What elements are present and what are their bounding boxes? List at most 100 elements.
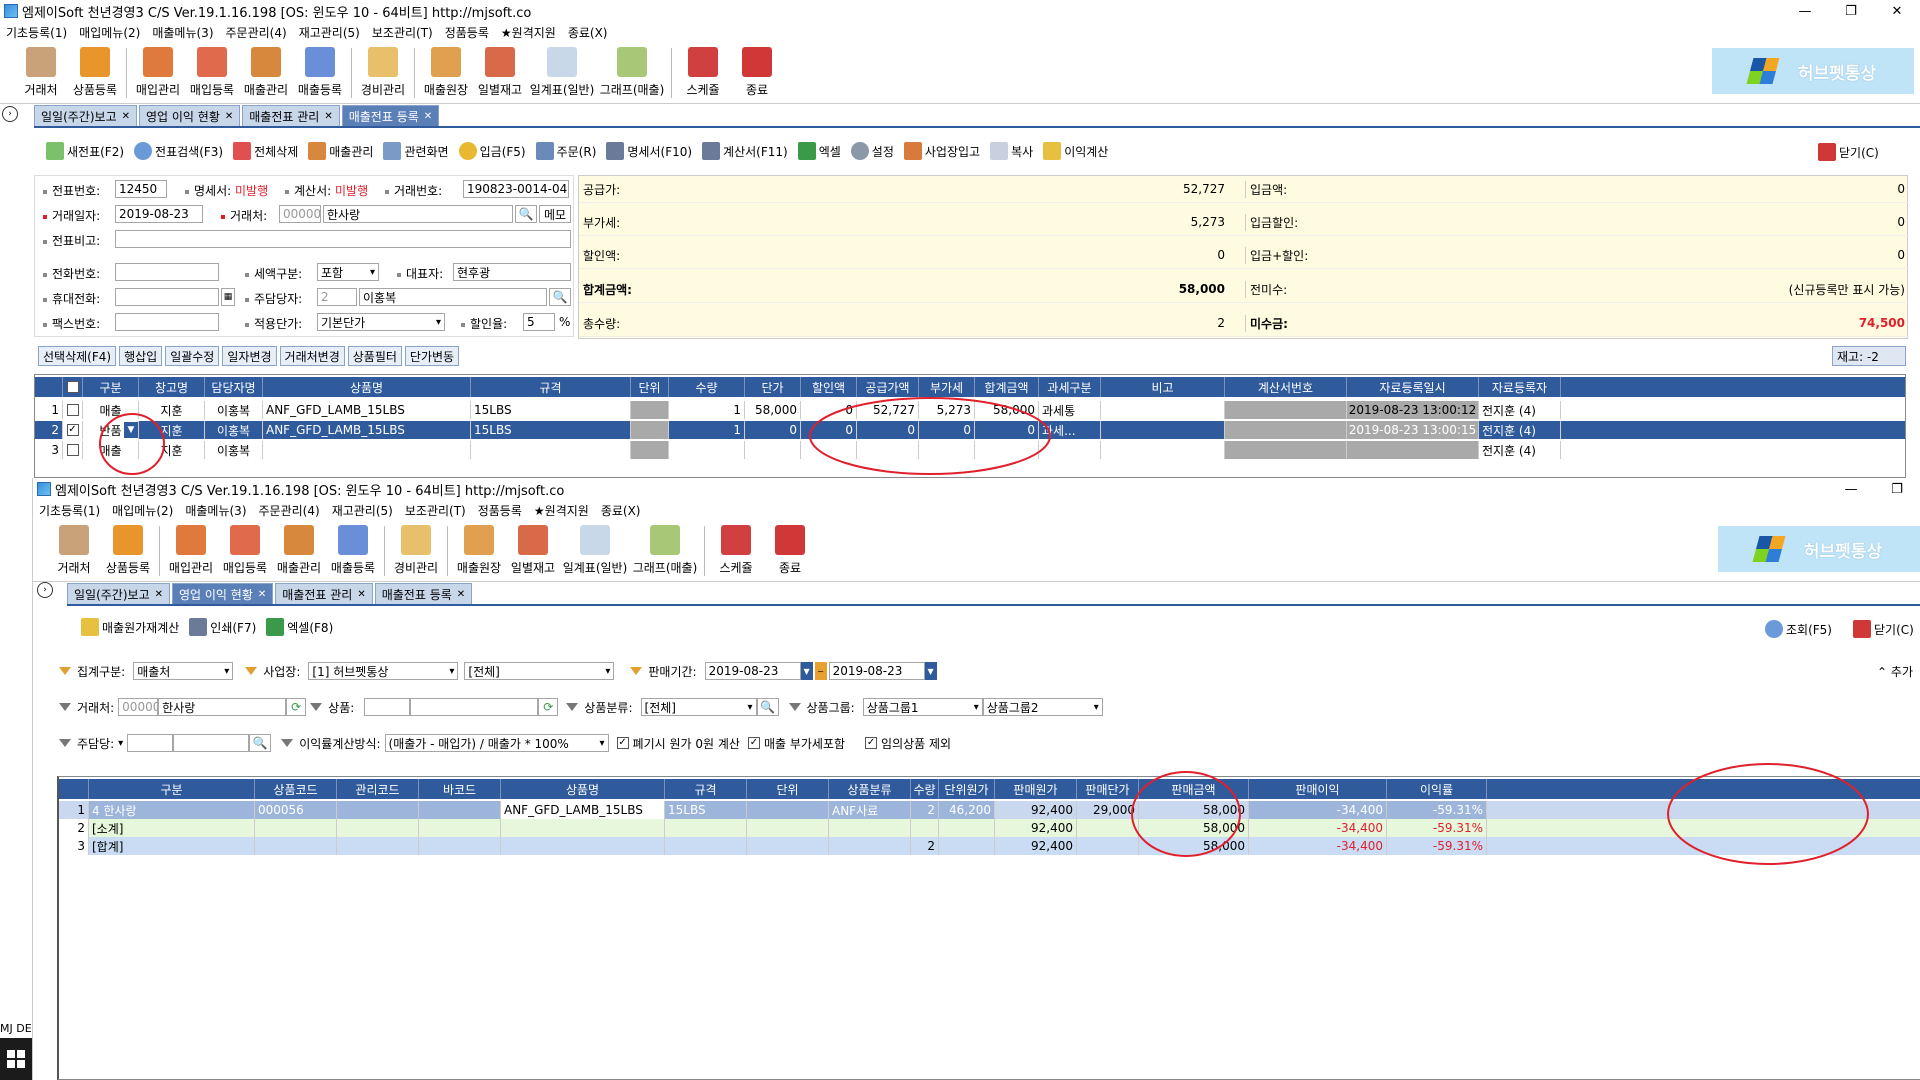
table-row[interactable]: 3 매출 지훈 이홍복 전지훈 (4) — [35, 441, 1905, 459]
menu-order[interactable]: 주문관리(4) — [253, 502, 326, 519]
row-checkbox[interactable] — [66, 444, 79, 456]
tb-sales-add[interactable]: 매출등록 — [326, 522, 380, 578]
tb-daily-report[interactable]: 일계표(일반) — [527, 44, 597, 100]
table-row[interactable]: 1 매출 지훈 이홍복 ANF_GFD_LAMB_15LBS 15LBS 1 5… — [35, 401, 1905, 419]
cust-name-field[interactable]: 한사랑 — [323, 205, 513, 223]
menu-exit[interactable]: 종료(X) — [562, 24, 614, 41]
grp1-select[interactable]: 상품그룹1 — [862, 698, 983, 716]
cust-code-field[interactable]: 000004 — [118, 698, 159, 716]
tb-graph[interactable]: 그래프(매출) — [597, 44, 667, 100]
row-checkbox[interactable]: ✓ — [66, 424, 79, 436]
select-all-checkbox[interactable] — [63, 377, 83, 397]
menu-exit[interactable]: 종료(X) — [595, 502, 647, 519]
table-row-total[interactable]: 3 [합계] 2 92,400 58,000 -34,400 -59.31% — [59, 837, 1920, 855]
tab-close-icon[interactable]: ✕ — [357, 589, 365, 600]
tb-expense[interactable]: 경비관리 — [389, 522, 443, 578]
memo-button[interactable]: 메모 — [539, 205, 571, 223]
tb-schedule[interactable]: 스케쥴 — [676, 44, 730, 100]
menu-basic[interactable]: 기초등록(1) — [0, 24, 73, 41]
invoice-button[interactable]: 계산서(F11) — [702, 142, 788, 160]
excel-button[interactable]: 엑셀 — [797, 142, 841, 160]
change-date-button[interactable]: 일자변경 — [222, 346, 277, 366]
tab-daily-report[interactable]: 일일(주간)보고 ✕ — [34, 105, 137, 126]
tab-sales-entry[interactable]: 매출전표 등록 ✕ — [341, 105, 440, 126]
menu-sales[interactable]: 매출메뉴(3) — [146, 24, 219, 41]
tb-purchase-add[interactable]: 매입등록 — [218, 522, 272, 578]
agg-select[interactable]: 매출처 — [133, 662, 234, 680]
tb-daily-stock[interactable]: 일별재고 — [506, 522, 560, 578]
table-row[interactable]: 1 4 한사랑 000056 ANF_GFD_LAMB_15LBS 15LBS … — [59, 801, 1920, 819]
tb-graph[interactable]: 그래프(매출) — [630, 522, 700, 578]
type-select[interactable]: 반품 ▼ — [83, 421, 139, 439]
tab-sales-manage[interactable]: 매출전표 관리 ✕ — [275, 583, 373, 604]
site-select[interactable]: [1] 허브펫통상 — [308, 662, 459, 680]
cust-search-button[interactable]: ⟳ — [286, 698, 307, 716]
sales-manage-button[interactable]: 매출관리 — [308, 142, 373, 160]
prod-search-button[interactable]: ⟳ — [538, 698, 559, 716]
tb-sales-manage[interactable]: 매출관리 — [239, 44, 293, 100]
menu-remote[interactable]: ★원격지원 — [495, 24, 562, 41]
from-date[interactable]: 2019-08-23 — [704, 662, 801, 680]
fax-field[interactable] — [115, 313, 219, 331]
profit-calc-button[interactable]: 이익계산 — [1043, 142, 1108, 160]
mgr-name-field[interactable]: 이홍복 — [359, 288, 547, 306]
delete-all-button[interactable]: 전체삭제 — [233, 142, 298, 160]
minimize-icon[interactable]: — — [1828, 478, 1874, 500]
opt1-checkbox[interactable]: ✓ — [616, 737, 629, 749]
tab-sales-entry[interactable]: 매출전표 등록 ✕ — [374, 583, 473, 604]
menu-basic[interactable]: 기초등록(1) — [33, 502, 106, 519]
site-stock-button[interactable]: 사업장입고 — [903, 142, 980, 160]
add-toggle[interactable]: ⌃ 추가 — [1877, 663, 1913, 680]
note-field[interactable] — [115, 230, 571, 248]
opt3-checkbox[interactable]: ✓ — [865, 737, 878, 749]
phone-field[interactable] — [115, 263, 219, 281]
tb-sales-add[interactable]: 매출등록 — [293, 44, 347, 100]
tb-daily-stock[interactable]: 일별재고 — [473, 44, 527, 100]
grp2-select[interactable]: 상품그룹2 — [982, 698, 1103, 716]
menu-purchase[interactable]: 매입메뉴(2) — [73, 24, 146, 41]
tab-sales-manage[interactable]: 매출전표 관리 ✕ — [242, 105, 340, 126]
tb-sales-manage[interactable]: 매출관리 — [272, 522, 326, 578]
trade-no-field[interactable]: 190823-0014-04 — [463, 180, 569, 198]
rep-field[interactable]: 현후광 — [453, 263, 571, 281]
restore-icon[interactable]: ❐ — [1874, 478, 1920, 500]
cust-name-field[interactable]: 한사랑 — [158, 698, 287, 716]
restore-icon[interactable]: ❐ — [1828, 0, 1874, 22]
minimize-icon[interactable]: — — [1782, 0, 1828, 22]
deposit-button[interactable]: 입금(F5) — [458, 142, 526, 160]
tb-purchase-manage[interactable]: 매입관리 — [131, 44, 185, 100]
search-slip-button[interactable]: 전표검색(F3) — [134, 142, 223, 160]
tb-sales-ledger[interactable]: 매출원장 — [452, 522, 506, 578]
nav-toggle-icon[interactable]: › — [2, 106, 18, 122]
mgr-name-field[interactable] — [173, 734, 250, 752]
tab-close-icon[interactable]: ✕ — [457, 589, 465, 600]
new-slip-button[interactable]: 새전표(F2) — [46, 142, 124, 160]
prod-code-field[interactable] — [364, 698, 411, 716]
tax-select[interactable]: 포함 — [317, 263, 379, 281]
price-select[interactable]: 기본단가 — [317, 313, 445, 331]
menu-remote[interactable]: ★원격지원 — [528, 502, 595, 519]
top-close-button[interactable]: 닫기(C) — [1818, 143, 1879, 161]
date-range-icon[interactable]: ~ — [814, 662, 827, 680]
prod-name-field[interactable] — [410, 698, 539, 716]
delete-selected-button[interactable]: 선택삭제(F4) — [38, 346, 117, 366]
menu-purchase[interactable]: 매입메뉴(2) — [106, 502, 179, 519]
calc-icon[interactable]: ▦ — [221, 288, 235, 306]
change-customer-button[interactable]: 거래처변경 — [279, 346, 345, 366]
tb-expense[interactable]: 경비관리 — [356, 44, 410, 100]
menu-license[interactable]: 정품등록 — [472, 502, 528, 519]
table-row-selected[interactable]: 2 ✓ 반품 ▼ 지훈 이홍복 ANF_GFD_LAMB_15LBS 15LBS … — [35, 421, 1905, 439]
menu-order[interactable]: 주문관리(4) — [220, 24, 293, 41]
tab-close-icon[interactable]: ✕ — [324, 111, 332, 122]
from-date-picker-icon[interactable]: ▼ — [800, 662, 813, 680]
tb-exit[interactable]: 종료 — [763, 522, 817, 578]
date-picker[interactable]: 2019-08-23 — [115, 205, 203, 223]
to-date[interactable]: 2019-08-23 — [828, 662, 925, 680]
tab-daily-report[interactable]: 일일(주간)보고 ✕ — [67, 583, 170, 604]
nav-toggle-icon[interactable]: › — [37, 582, 53, 598]
tb-customer[interactable]: 거래처 — [14, 44, 68, 100]
cust-code-field[interactable]: 000004 — [279, 205, 321, 223]
table-row-subtotal[interactable]: 2 [소계] 92,400 58,000 -34,400 -59.31% — [59, 819, 1920, 837]
tb-exit[interactable]: 종료 — [730, 44, 784, 100]
tb-customer[interactable]: 거래처 — [47, 522, 101, 578]
